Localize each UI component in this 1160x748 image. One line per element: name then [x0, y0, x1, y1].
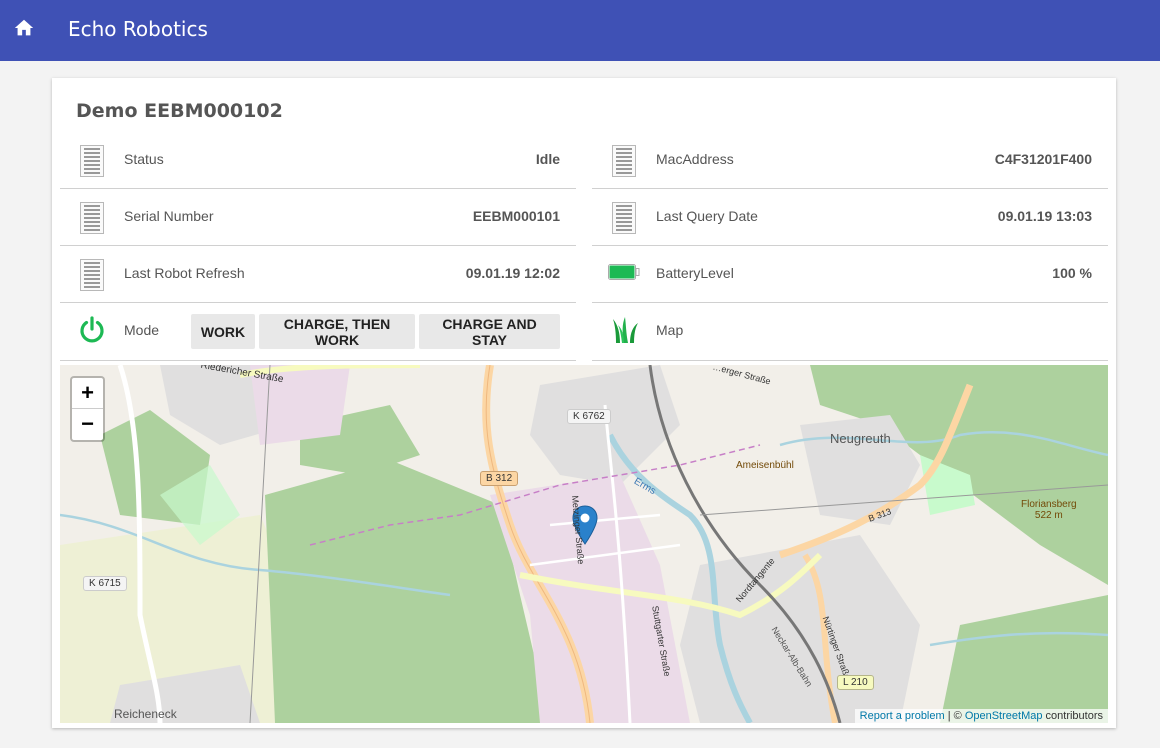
mode-charge-then-work-button[interactable]: CHARGE, THEN WORK	[259, 314, 415, 349]
last-query-date-value: 09.01.19 13:03	[997, 208, 1092, 224]
last-robot-refresh-value: 09.01.19 12:02	[465, 265, 560, 281]
mode-charge-and-stay-button[interactable]: CHARGE AND STAY	[419, 314, 560, 349]
robot-title: Demo EEBM000102	[76, 100, 283, 122]
road-label-k6762: K 6762	[567, 409, 611, 424]
grass-icon	[613, 317, 638, 343]
document-icon	[80, 145, 104, 177]
road-label-b312: B 312	[480, 471, 519, 486]
serial-number-value: EEBM000101	[472, 208, 560, 224]
serial-number-row: Serial Number EEBM000101	[60, 189, 576, 246]
report-problem-link[interactable]: Report a problem	[860, 710, 945, 722]
map-label: Map	[656, 322, 684, 338]
status-value: Idle	[535, 151, 560, 167]
power-icon	[80, 316, 104, 343]
serial-number-label: Serial Number	[124, 208, 214, 224]
battery-level-row: BatteryLevel 100 %	[592, 246, 1108, 303]
place-label-neugreuth: Neugreuth	[830, 431, 891, 446]
document-icon	[612, 202, 636, 234]
zoom-out-button[interactable]: −	[72, 408, 103, 439]
road-label-k6715: K 6715	[83, 576, 127, 591]
last-query-date-row: Last Query Date 09.01.19 13:03	[592, 189, 1108, 246]
map-row: Map	[592, 303, 1108, 361]
zoom-in-button[interactable]: +	[72, 378, 103, 408]
zoom-control: + −	[70, 376, 105, 442]
mode-row: Mode WORK CHARGE, THEN WORK CHARGE AND S…	[60, 303, 576, 361]
mac-address-row: MacAddress C4F31201F400	[592, 132, 1108, 189]
last-query-date-label: Last Query Date	[656, 208, 758, 224]
status-row: Status Idle	[60, 132, 576, 189]
app-bar: Echo Robotics	[0, 0, 1160, 61]
battery-icon	[608, 264, 640, 280]
road-label-l210: L 210	[837, 675, 874, 690]
map-view[interactable]: Riedericher Straße K 6762 B 312 K 6715 N…	[60, 365, 1108, 723]
peak-label-floriansberg: Floriansberg 522 m	[1021, 499, 1077, 521]
mac-address-label: MacAddress	[656, 151, 734, 167]
battery-level-label: BatteryLevel	[656, 265, 734, 281]
place-label-reicheneck: Reicheneck	[114, 707, 177, 721]
mode-work-button[interactable]: WORK	[191, 314, 255, 349]
document-icon	[80, 259, 104, 291]
home-icon[interactable]	[13, 17, 35, 39]
mac-address-value: C4F31201F400	[994, 151, 1092, 167]
mode-label: Mode	[124, 322, 160, 338]
battery-level-value: 100 %	[1052, 265, 1092, 281]
place-label-ameisenbuhl: Ameisenbühl	[736, 460, 794, 471]
map-attribution: Report a problem | © OpenStreetMap contr…	[854, 709, 1108, 723]
status-label: Status	[124, 151, 164, 167]
document-icon	[612, 145, 636, 177]
robot-card: Demo EEBM000102 Status Idle Serial Numbe…	[52, 78, 1116, 728]
openstreetmap-link[interactable]: OpenStreetMap	[965, 710, 1043, 722]
document-icon	[80, 202, 104, 234]
battery-fill	[609, 265, 635, 279]
last-robot-refresh-row: Last Robot Refresh 09.01.19 12:02	[60, 246, 576, 303]
app-title: Echo Robotics	[68, 17, 208, 41]
last-robot-refresh-label: Last Robot Refresh	[124, 265, 245, 281]
